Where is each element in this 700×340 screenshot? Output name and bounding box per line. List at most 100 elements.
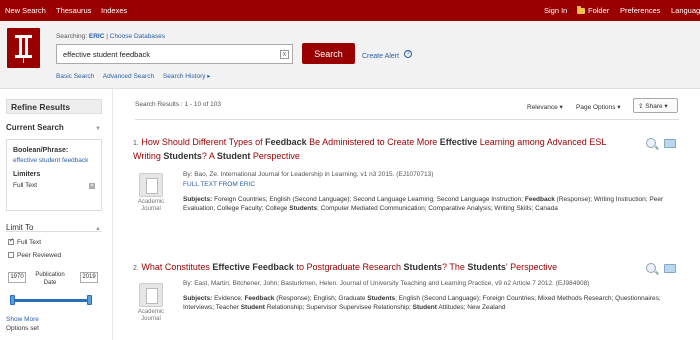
preview-magnifier-icon[interactable] [646, 263, 656, 273]
result-meta: By: East, Martin; Bitchener, John; Bastu… [183, 280, 590, 287]
advanced-search-link[interactable]: Advanced Search [103, 73, 154, 80]
date-slider-track[interactable] [12, 299, 90, 302]
title-text: How Should Different Types of [141, 137, 266, 147]
database-name: ERIC [88, 33, 105, 40]
subjects-label: Subjects: [183, 196, 213, 203]
subjects-text: Attitudes; New Zealand [436, 304, 506, 311]
separator: | [106, 33, 108, 40]
search-button[interactable]: Search [302, 43, 355, 64]
relevance-dropdown[interactable]: Relevance ▾ [527, 103, 563, 111]
searching-label: Searching: [56, 33, 88, 40]
title-text: What Constitutes [141, 262, 213, 272]
subjects-text: Foreign Countries; English (Second Langu… [212, 196, 525, 203]
search-history-link[interactable]: Search History ▸ [163, 73, 211, 80]
subjects-highlight: Student [240, 304, 265, 311]
share-label: Share ▾ [645, 103, 668, 110]
full-text-link[interactable]: FULL TEXT FROM ERIC [183, 181, 255, 188]
title-text: ? The [442, 262, 468, 272]
year-from-input[interactable]: 1970 [8, 272, 26, 283]
indexes-link[interactable]: Indexes [101, 6, 127, 15]
title-text: Perspective [250, 151, 300, 161]
folder-icon [577, 6, 585, 14]
search-input[interactable] [63, 48, 278, 61]
thesaurus-link[interactable]: Thesaurus [56, 6, 91, 15]
title-text: Be Administered to Create More [306, 137, 440, 147]
show-more-link[interactable]: Show More [6, 316, 39, 323]
title-text: to Postgraduate Research [293, 262, 404, 272]
full-text-label: Full Text [17, 239, 42, 246]
remove-limiter-icon[interactable]: ✕ [89, 183, 95, 189]
results-count: Search Results : 1 - 10 of 103 [135, 101, 221, 108]
result-title-link[interactable]: 1. How Should Different Types of Feedbac… [133, 136, 623, 162]
full-text-checkbox[interactable] [8, 237, 14, 245]
subjects-label: Subjects: [183, 295, 213, 302]
peer-reviewed-label: Peer Reviewed [17, 252, 62, 259]
chevron-down-icon[interactable]: ▼ [95, 126, 101, 132]
boolean-phrase-label: Boolean/Phrase: [13, 147, 69, 154]
academic-journal-icon [139, 173, 163, 197]
current-search-box: Boolean/Phrase: effective student feedba… [6, 139, 102, 211]
result-subjects: Subjects: Foreign Countries; English (Se… [183, 195, 678, 213]
subjects-text: Relationship; Supervisor Supervisee Rela… [264, 304, 413, 311]
subjects-text: Evidence; [212, 295, 245, 302]
choose-databases-link[interactable]: Choose Databases [110, 33, 165, 40]
searching-line: Searching: ERIC | Choose Databases [56, 33, 165, 40]
preferences-link[interactable]: Preferences [620, 6, 660, 15]
subjects-highlight: Students [367, 295, 396, 302]
year-to-input[interactable]: 2019 [80, 272, 98, 283]
subjects-highlight: Student [412, 304, 437, 311]
options-set-text: Options set [6, 325, 39, 332]
result-title-link[interactable]: 2. What Constitutes Effective Feedback t… [133, 261, 643, 275]
document-type-label: Academic Journal [137, 199, 165, 212]
limiters-label: Limiters [13, 171, 41, 178]
create-alert-link[interactable]: Create Alert [362, 53, 399, 60]
title-highlight: Students [403, 262, 443, 272]
add-to-folder-icon[interactable] [664, 264, 676, 273]
refine-sidebar: Refine Results Current Search ▼ Boolean/… [0, 89, 112, 340]
title-text: ' Perspective [505, 262, 558, 272]
subjects-text: ; Computer Mediated Communication; Compa… [317, 205, 558, 212]
publication-date-label: Publication Date [35, 272, 65, 286]
title-highlight: Effective Feedback [212, 262, 294, 272]
help-icon[interactable]: ? [404, 50, 412, 58]
top-navigation-bar: New Search Thesaurus Indexes Sign In Fol… [0, 0, 700, 21]
result-meta: By: Bao, Ze. International Journal for L… [183, 171, 434, 178]
languages-menu[interactable]: Languages [671, 6, 700, 15]
basic-search-link[interactable]: Basic Search [56, 73, 94, 80]
folder-link[interactable]: Folder [577, 6, 609, 15]
subjects-highlight: Feedback [524, 196, 555, 203]
date-slider-handle-start[interactable] [10, 295, 15, 305]
page-options-dropdown[interactable]: Page Options ▾ [576, 103, 620, 111]
academic-journal-icon [139, 283, 163, 307]
result-number: 1. [133, 140, 139, 147]
title-highlight: Effective [439, 137, 478, 147]
university-logo[interactable] [7, 28, 40, 68]
boolean-phrase-value[interactable]: effective student feedback [13, 157, 88, 164]
sign-in-link[interactable]: Sign In [544, 6, 567, 15]
current-search-label: Current Search [6, 123, 64, 132]
title-text: ? A [201, 151, 217, 161]
folder-label: Folder [588, 6, 610, 15]
subjects-text: (Response); English; Graduate [274, 295, 368, 302]
result-number: 2. [133, 265, 139, 272]
peer-reviewed-checkbox-row[interactable]: Peer Reviewed [8, 252, 61, 259]
share-button[interactable]: ⇪ Share ▾ [633, 98, 678, 113]
results-panel: Search Results : 1 - 10 of 103 Relevance… [112, 89, 700, 340]
peer-reviewed-checkbox[interactable] [8, 252, 14, 258]
refine-results-heading: Refine Results [6, 99, 102, 114]
add-to-folder-icon[interactable] [664, 139, 676, 148]
clear-search-icon[interactable]: x [280, 50, 289, 59]
title-highlight: Students [467, 262, 506, 272]
search-mode-links: Basic Search Advanced Search Search Hist… [56, 72, 218, 80]
full-text-checkbox-row[interactable]: Full Text [8, 237, 42, 246]
title-highlight: Feedback [265, 137, 307, 147]
search-box: x [56, 44, 293, 64]
divider [6, 231, 102, 232]
preview-magnifier-icon[interactable] [646, 138, 656, 148]
results-divider [135, 119, 679, 120]
subjects-highlight: Feedback [244, 295, 275, 302]
subjects-highlight: Students [289, 205, 318, 212]
current-search-heading[interactable]: Current Search [6, 123, 102, 136]
new-search-link[interactable]: New Search [5, 6, 46, 15]
date-slider-handle-end[interactable] [87, 295, 92, 305]
